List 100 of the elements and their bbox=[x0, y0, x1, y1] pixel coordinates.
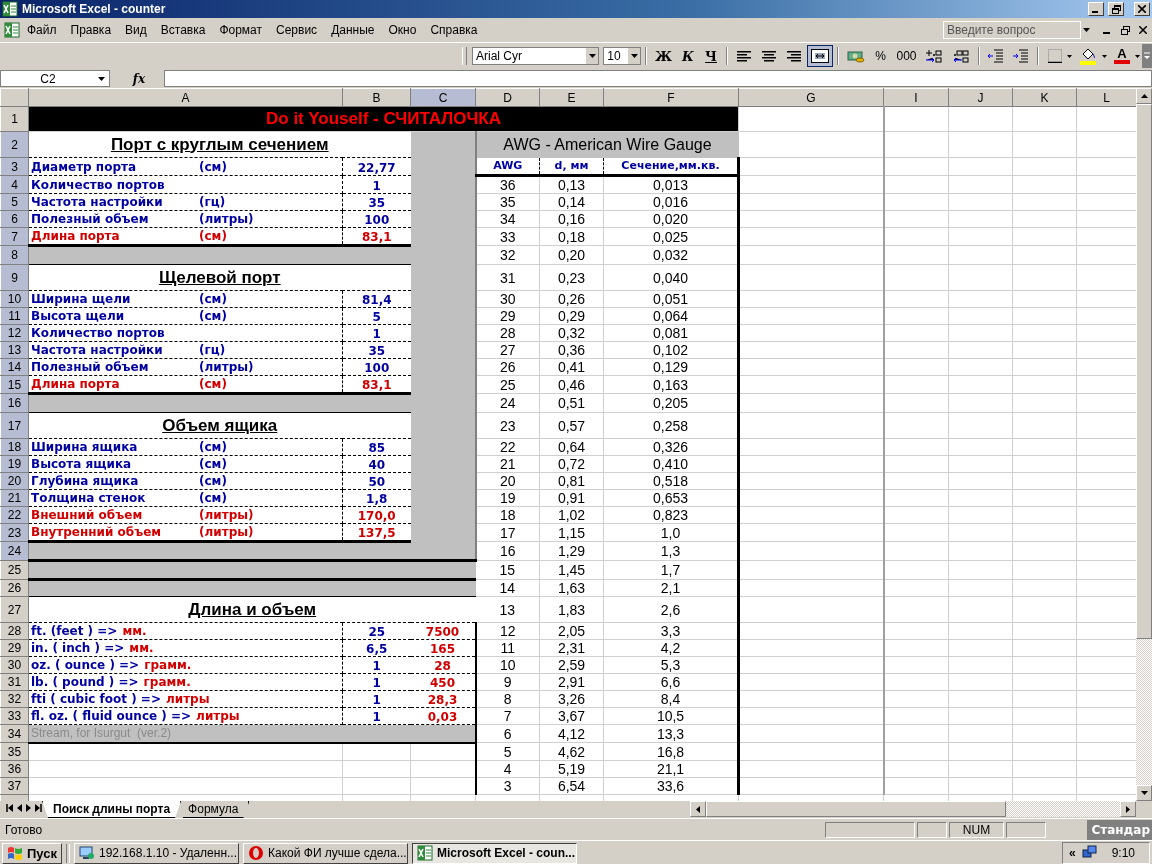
show-hidden-icons-button[interactable]: « bbox=[1068, 846, 1076, 860]
menu-item[interactable]: Формат bbox=[212, 21, 270, 39]
unit-label: (см) bbox=[199, 440, 228, 454]
row-header[interactable]: 2 bbox=[0, 131, 29, 158]
row-header[interactable]: 1 bbox=[0, 106, 29, 132]
close-icon[interactable] bbox=[1138, 5, 1146, 13]
font-color-button[interactable]: А bbox=[1110, 46, 1134, 66]
column-header[interactable]: F bbox=[603, 88, 739, 107]
column-header[interactable]: E bbox=[539, 88, 604, 107]
gauge-number: 28 bbox=[499, 325, 516, 341]
number-format-button[interactable]: 000 bbox=[892, 45, 921, 67]
column-header[interactable]: D bbox=[475, 88, 540, 107]
arrow-icon[interactable] bbox=[1126, 805, 1130, 813]
unit-label: (см) bbox=[199, 309, 228, 323]
app-icon[interactable] bbox=[79, 845, 95, 861]
input-value: 25 bbox=[368, 625, 386, 639]
vertical-scrollbar[interactable] bbox=[1136, 88, 1152, 801]
menu-item[interactable]: Правка bbox=[63, 21, 119, 39]
menu-item[interactable]: Справка bbox=[423, 21, 485, 39]
sheet-banner: Do it Youself - СЧИТАЛОЧКА bbox=[28, 106, 739, 132]
app-icon[interactable] bbox=[2, 1, 18, 17]
column-header[interactable]: B bbox=[342, 88, 411, 107]
input-value: 1 bbox=[372, 659, 381, 673]
menu-item[interactable]: Данные bbox=[324, 21, 382, 39]
first-sheet-icon[interactable] bbox=[6, 804, 14, 812]
minimize-button[interactable] bbox=[1088, 2, 1104, 16]
select-all-button[interactable] bbox=[0, 88, 29, 107]
menu-item[interactable]: Сервис bbox=[269, 21, 325, 39]
column-header[interactable]: A bbox=[28, 88, 343, 107]
font-name-field[interactable]: Arial Cyr bbox=[472, 47, 600, 65]
underline-button[interactable]: Ч bbox=[700, 45, 722, 67]
column-header[interactable]: G bbox=[738, 88, 884, 107]
caret-icon[interactable] bbox=[630, 54, 638, 58]
gauge-number: 26 bbox=[499, 359, 516, 375]
diameter-value: 1,02 bbox=[557, 507, 586, 523]
app-icon[interactable] bbox=[417, 845, 433, 861]
row-header[interactable]: 17 bbox=[0, 412, 29, 439]
diameter-value: 1,83 bbox=[557, 601, 586, 618]
parameter-value: 83,1 bbox=[361, 230, 392, 244]
cross-section-value: 0,020 bbox=[652, 211, 688, 227]
parameter-label: Частота настройки bbox=[31, 343, 164, 357]
gauge-number: 11 bbox=[500, 640, 515, 656]
cross-section-value: 0,102 bbox=[652, 342, 688, 358]
italic-button[interactable]: К bbox=[677, 45, 699, 67]
gauge-number: 36 bbox=[499, 177, 516, 193]
arrow-icon[interactable] bbox=[1140, 94, 1148, 98]
gauge-number: 16 bbox=[499, 543, 516, 559]
parameter-label: Полезный объем bbox=[31, 212, 150, 226]
taskbar-button[interactable]: Какой ФИ лучше сдела... bbox=[243, 842, 408, 864]
column-header[interactable]: C bbox=[410, 88, 476, 107]
column-header[interactable]: J bbox=[948, 88, 1013, 107]
chevron-icon[interactable] bbox=[1144, 52, 1150, 60]
caret-icon[interactable] bbox=[588, 54, 596, 58]
gauge-number: 5 bbox=[503, 743, 512, 760]
row-header[interactable]: 9 bbox=[0, 264, 29, 291]
toolbar-options-button[interactable] bbox=[1142, 44, 1152, 68]
caret-icon[interactable] bbox=[1083, 28, 1090, 32]
result-value: 7500 bbox=[425, 625, 460, 639]
number-format-button[interactable]: % bbox=[869, 45, 892, 67]
flag-icon[interactable] bbox=[7, 846, 23, 860]
sheet-tab[interactable]: Поиск длины порта bbox=[42, 801, 182, 818]
menu-item[interactable]: Окно bbox=[381, 21, 424, 39]
cross-section-value: 0,032 bbox=[652, 247, 688, 263]
menu-item[interactable]: Вставка bbox=[153, 21, 213, 39]
gauge-number: 9 bbox=[503, 674, 512, 690]
help-search-field[interactable]: Введите вопрос bbox=[943, 21, 1081, 39]
gauge-number: 23 bbox=[499, 417, 516, 434]
parameter-value: 137,5 bbox=[357, 526, 396, 540]
menu-item[interactable]: Вид bbox=[118, 21, 154, 39]
arrow-icon[interactable] bbox=[696, 805, 700, 813]
column-header[interactable]: I bbox=[883, 88, 949, 107]
last-sheet-icon[interactable] bbox=[34, 804, 42, 812]
bold-button[interactable]: Ж bbox=[651, 45, 676, 67]
parameter-value: 5 bbox=[372, 310, 381, 324]
caret-icon[interactable] bbox=[1067, 54, 1072, 58]
name-box[interactable]: C2 bbox=[0, 70, 110, 87]
workbook-icon[interactable] bbox=[4, 22, 20, 38]
column-heading: AWG bbox=[493, 159, 523, 173]
insert-function-button[interactable]: fx bbox=[124, 71, 154, 86]
close-button[interactable] bbox=[1134, 2, 1150, 16]
taskbar-button[interactable]: 192.168.1.10 - Удаленн... bbox=[74, 842, 239, 864]
column-header[interactable]: K bbox=[1012, 88, 1077, 107]
arrow-icon[interactable] bbox=[1140, 791, 1148, 795]
caret-icon[interactable] bbox=[1135, 54, 1140, 58]
caret-icon[interactable] bbox=[1102, 54, 1107, 58]
language-button[interactable]: Стандар bbox=[1087, 820, 1152, 840]
network-icon[interactable] bbox=[1081, 845, 1098, 861]
result-value: 28,3 bbox=[427, 693, 458, 707]
start-button[interactable]: Пуск bbox=[2, 842, 62, 864]
diameter-value: 0,41 bbox=[557, 359, 586, 375]
row-header[interactable]: 27 bbox=[0, 596, 29, 623]
diameter-value: 0,18 bbox=[557, 228, 586, 245]
font-size-field[interactable]: 10 bbox=[603, 47, 642, 65]
gauge-number: 7 bbox=[503, 708, 512, 724]
formula-input-field[interactable] bbox=[164, 70, 1152, 87]
column-header[interactable]: L bbox=[1076, 88, 1136, 107]
horizontal-scrollbar[interactable] bbox=[690, 801, 1136, 817]
unit-name: ft. (feet ) => bbox=[31, 624, 118, 638]
menu-item[interactable]: Файл bbox=[20, 21, 64, 39]
taskbar-button[interactable]: Microsoft Excel - coun... bbox=[412, 842, 577, 864]
